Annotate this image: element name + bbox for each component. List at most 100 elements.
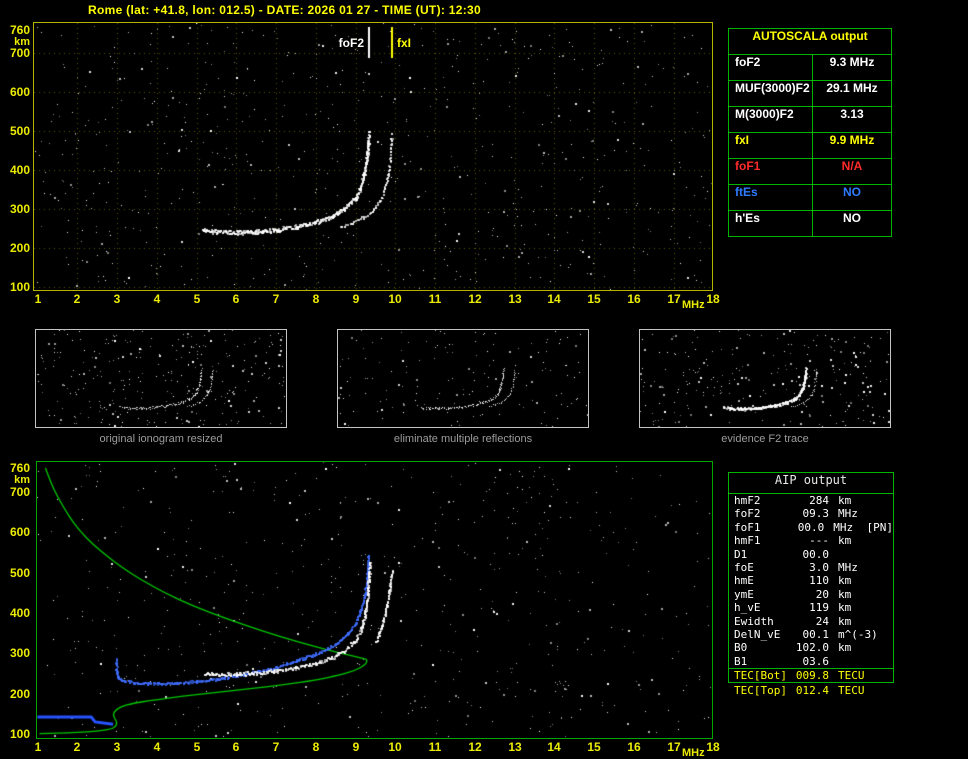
ionogram-plot-frame xyxy=(33,22,713,291)
autoscala-param-value: N/A xyxy=(841,159,863,173)
y-tick-label: 500 xyxy=(9,124,30,138)
aip-table-row: hmE 110 km xyxy=(729,574,893,587)
aip-table-rows: hmF2 284 km foF2 09.3 MHz foF1 00.0 MHz [PN] hmF1-… xyxy=(729,494,893,682)
aip-param-name: h_vE xyxy=(734,601,761,615)
aip-param-unit: TECU xyxy=(838,684,865,697)
autoscala-table-row: foF2 9.3 MHz xyxy=(729,55,891,81)
aip-param-name: Ewidth xyxy=(734,614,774,628)
x-tick-label: 15 xyxy=(587,740,601,754)
autoscala-param-value: NO xyxy=(843,211,861,225)
page-title: Rome (lat: +41.8, lon: 012.5) - DATE: 20… xyxy=(88,3,481,17)
aip-param-name: D1 xyxy=(734,547,748,561)
x-tick-label: 10 xyxy=(388,740,402,754)
x-tick-label: 2 xyxy=(73,740,81,754)
x-tick-label: 16 xyxy=(627,740,641,754)
x-tick-label: 11 xyxy=(428,740,442,754)
autoscala-param-label: M(3000)F2 xyxy=(729,107,813,132)
thumbnail-evidence-f2-trace xyxy=(639,329,891,428)
aip-param-value: 20 xyxy=(815,587,829,601)
x-tick-label: 13 xyxy=(508,740,522,754)
aip-param-unit xyxy=(829,548,873,561)
aip-param-unit: km xyxy=(838,574,852,588)
aip-param-unit: km xyxy=(838,601,852,615)
autoscala-param-value: 3.13 xyxy=(840,107,864,121)
profile-plot-frame xyxy=(36,461,713,739)
thumbnail-canvas xyxy=(640,330,890,427)
aip-param-name: ymE xyxy=(734,587,754,601)
x-tick-label: 6 xyxy=(232,292,240,306)
aip-param-value: 012.4 xyxy=(795,684,829,697)
aip-param-unit: km xyxy=(838,614,852,628)
aip-param-name: B1 xyxy=(734,654,748,668)
aip-param-value: 00.0 xyxy=(802,547,830,561)
autoscala-param-label: MUF(3000)F2 xyxy=(729,81,813,106)
x-tick-label: 14 xyxy=(547,292,561,306)
autoscala-param-label: ftEs xyxy=(729,185,813,210)
aip-param-name: hmE xyxy=(734,574,754,588)
aip-table-row: foF1 00.0 MHz [PN] xyxy=(729,521,893,534)
aip-param-name: DelN_vE xyxy=(734,627,781,641)
aip-table-header: AIP output xyxy=(729,473,893,494)
aip-param-unit: MHz xyxy=(838,560,858,574)
aip-param-name: B0 xyxy=(734,641,748,655)
aip-param-unit: km xyxy=(838,494,852,507)
aip-table-outside-row: TEC[Top] 012.4 TECU xyxy=(729,684,891,697)
aip-table-row: TEC[Bot] 009.8 TECU xyxy=(729,668,893,682)
autoscala-param-value: 9.3 MHz xyxy=(829,55,875,69)
foF2-marker-label: foF2 xyxy=(338,36,364,50)
x-tick-label: 7 xyxy=(272,740,280,754)
aip-param-unit xyxy=(829,655,873,668)
aip-table-row: Ewidth 24 km xyxy=(729,615,893,628)
y-tick-label: 300 xyxy=(9,646,30,660)
y-tick-label: 500 xyxy=(9,566,30,580)
aip-table-row: h_vE 119 km xyxy=(729,601,893,614)
aip-param-extra xyxy=(873,507,893,520)
aip-param-name: TEC[Top] xyxy=(734,684,787,697)
x-tick-label: 3 xyxy=(113,740,121,754)
autoscala-output-table: AUTOSCALA output foF2 9.3 MHz MUF(3000)F2 2… xyxy=(728,28,892,237)
y-tick-label: 760 xyxy=(9,461,30,475)
autoscala-table-row: foF1 N/A xyxy=(729,159,891,185)
aip-param-value: 09.3 xyxy=(802,507,830,521)
y-tick-label: 200 xyxy=(9,241,30,255)
y-axis-unit: km xyxy=(14,36,30,48)
y-tick-label: 600 xyxy=(9,525,30,539)
autoscala-param-value: NO xyxy=(843,185,861,199)
aip-param-value: 00.1 xyxy=(802,627,830,641)
aip-param-extra xyxy=(873,588,893,601)
x-tick-label: 9 xyxy=(352,292,360,306)
x-tick-label: 4 xyxy=(153,292,161,306)
aip-param-extra xyxy=(873,534,893,547)
x-tick-label: 8 xyxy=(312,292,320,306)
aip-table-row: foE 3.0 MHz xyxy=(729,561,893,574)
aip-param-extra xyxy=(873,628,893,641)
y-tick-label: 400 xyxy=(9,606,30,620)
autoscala-param-label: foF1 xyxy=(729,159,813,184)
x-tick-label: 2 xyxy=(73,292,81,306)
autoscala-param-value: 29.1 MHz xyxy=(826,81,878,95)
aip-param-unit: km xyxy=(838,587,852,601)
aip-param-extra xyxy=(873,669,893,682)
thumbnail-caption: evidence F2 trace xyxy=(721,433,809,445)
profile-plot-canvas xyxy=(37,462,712,738)
aip-param-name: foF2 xyxy=(734,507,761,521)
x-tick-label: 15 xyxy=(587,292,601,306)
aip-param-extra xyxy=(873,548,893,561)
x-tick-label: 5 xyxy=(193,292,201,306)
aip-param-value: 00.0 xyxy=(797,520,825,534)
thumbnail-canvas xyxy=(338,330,588,427)
x-tick-label: 7 xyxy=(272,292,280,306)
x-tick-label: 11 xyxy=(428,292,442,306)
aip-table-row: hmF1 --- km xyxy=(729,534,893,547)
aip-output-table: AIP output hmF2 284 km foF2 09.3 MHz foF1 00.0 M… xyxy=(728,472,894,684)
aip-param-value: 102.0 xyxy=(795,641,829,655)
autoscala-param-value: 9.9 MHz xyxy=(829,133,875,147)
autoscala-table-row: M(3000)F2 3.13 xyxy=(729,107,891,133)
x-tick-label: 9 xyxy=(352,740,360,754)
aip-param-value: 284 xyxy=(809,494,829,507)
x-tick-label: 10 xyxy=(388,292,402,306)
aip-param-value: 03.6 xyxy=(802,654,830,668)
aip-param-name: foE xyxy=(734,560,754,574)
aip-param-unit: MHz xyxy=(838,507,858,521)
x-tick-label: 4 xyxy=(153,740,161,754)
